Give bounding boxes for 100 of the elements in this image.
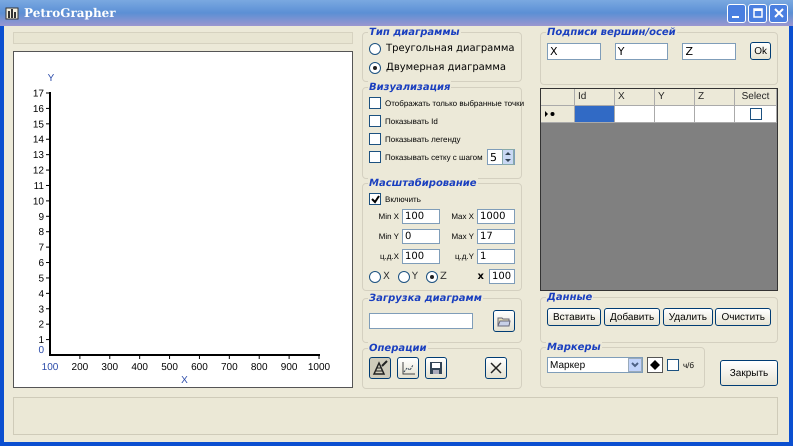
y-tick-label: 1 <box>38 335 44 346</box>
input-field[interactable]: 1000 <box>477 209 515 224</box>
new-row-icon <box>544 110 556 118</box>
folder-icon <box>497 315 511 327</box>
column-header: X <box>615 89 655 106</box>
checkbox[interactable] <box>369 133 381 145</box>
input-field[interactable]: 1 <box>477 249 515 264</box>
radio-label: Двумерная диаграмма <box>386 62 506 73</box>
maximize-button[interactable] <box>748 4 767 22</box>
field-label: Min X <box>378 212 399 221</box>
open-folder-button[interactable] <box>493 310 515 332</box>
x-tick-label: 600 <box>191 362 208 373</box>
input-field[interactable]: 100 <box>489 269 515 284</box>
x-axis-label: X <box>181 375 188 386</box>
field-label: Min Y <box>378 232 399 241</box>
x-tick-label: 200 <box>72 362 88 373</box>
radio-button[interactable] <box>426 270 438 282</box>
diamond-icon <box>650 360 660 370</box>
x-tick-label: 700 <box>221 362 238 373</box>
checkbox[interactable] <box>369 115 381 127</box>
y-tick-label: 8 <box>38 227 44 238</box>
draw-button[interactable] <box>369 357 391 379</box>
radio-label: X <box>383 271 390 282</box>
plot-button[interactable] <box>397 357 419 379</box>
checkbox[interactable] <box>369 97 381 109</box>
radio-label: Z <box>440 271 447 282</box>
x-tick-label: 100 <box>42 362 58 373</box>
y-tick-label: 3 <box>38 304 44 316</box>
close-dialog-button[interactable]: Закрыть <box>720 360 778 386</box>
input-field[interactable]: 100 <box>402 249 440 264</box>
y-tick-label: 11 <box>34 180 44 192</box>
radio-button[interactable] <box>398 270 410 282</box>
marker-swatch[interactable] <box>647 357 663 373</box>
y-tick-label: 14 <box>32 134 44 146</box>
input-field[interactable]: Y <box>614 42 668 60</box>
y-tick-label: 6 <box>38 258 44 270</box>
close-button[interactable] <box>769 4 788 22</box>
data-button[interactable]: Удалить <box>662 308 713 326</box>
y-tick-label: 17 <box>32 88 44 100</box>
grid-cell[interactable] <box>655 106 695 123</box>
marker-dropdown[interactable]: Маркер <box>547 357 643 373</box>
save-button[interactable] <box>425 357 447 379</box>
radio-label: Треугольная диаграмма <box>386 43 515 54</box>
close-icon <box>490 362 502 374</box>
column-header: Z <box>695 89 735 106</box>
grid-cell[interactable] <box>695 106 735 123</box>
graph-pen-icon <box>400 360 416 376</box>
x-tick-label: 900 <box>280 362 298 373</box>
input-field[interactable]: 0 <box>402 229 440 244</box>
step-spinner[interactable]: 5 <box>487 149 515 165</box>
data-button[interactable]: Очистить <box>715 308 771 326</box>
field-label: ц.д.X <box>380 252 399 261</box>
radio-button[interactable] <box>369 62 381 74</box>
grid-cell[interactable] <box>575 106 615 123</box>
checkbox[interactable] <box>750 108 762 120</box>
radio-button[interactable] <box>369 270 381 282</box>
x-tick-label: 300 <box>101 362 118 373</box>
checkbox-label: Показывать Id <box>385 116 438 126</box>
column-header: Select <box>735 89 777 106</box>
data-button[interactable]: Вставить <box>547 308 602 326</box>
x-tick-label: 1000 <box>308 362 330 373</box>
checkbox-label: Показывать легенду <box>385 134 461 144</box>
checkbox-label: Отображать только выбранные точки <box>385 98 524 108</box>
grid-cell[interactable] <box>615 106 655 123</box>
input-field[interactable]: Z <box>682 42 736 60</box>
group-title: Подписи вершин/осей <box>546 26 677 39</box>
checkbox[interactable] <box>369 151 381 163</box>
file-input-field[interactable] <box>369 313 473 329</box>
x-tick-label: 500 <box>161 362 178 373</box>
x-tick-label: 800 <box>250 362 268 373</box>
checkbox-label: Показывать сетку с шагом <box>385 152 483 162</box>
y-tick-label: 10 <box>32 196 44 208</box>
group-title: Визуализация <box>368 81 452 94</box>
minimize-button[interactable] <box>727 4 746 22</box>
input-field[interactable]: 17 <box>477 229 515 244</box>
data-button[interactable]: Добавить <box>604 308 660 326</box>
y-tick-label: 7 <box>38 242 44 254</box>
y-tick-label: 9 <box>38 212 44 223</box>
factor-label: x <box>478 271 484 282</box>
ok-button[interactable]: Ok <box>750 42 771 60</box>
group-title: Масштабирование <box>368 177 478 190</box>
checkbox-label: ч/б <box>683 360 694 370</box>
triangle-pen-icon <box>372 360 388 376</box>
group-title: Загрузка диаграмм <box>368 292 483 305</box>
delete-button[interactable] <box>485 357 507 379</box>
checkbox[interactable] <box>369 193 381 205</box>
y-tick-label: 16 <box>32 104 44 115</box>
y-tick-label: 15 <box>32 119 44 130</box>
checkbox-label: Включить <box>385 194 421 204</box>
y-tick-label: 5 <box>38 273 44 284</box>
x-tick-label: 400 <box>131 362 148 373</box>
app-icon <box>5 6 19 20</box>
input-field[interactable]: 100 <box>402 209 440 224</box>
y-tick-label: 12 <box>32 166 44 177</box>
y-axis-label: Y <box>48 73 54 84</box>
window-title: PetroGrapher <box>24 6 116 20</box>
input-field[interactable]: X <box>547 42 601 60</box>
checkbox[interactable] <box>667 359 679 371</box>
radio-button[interactable] <box>369 42 381 54</box>
close-icon <box>774 8 784 18</box>
